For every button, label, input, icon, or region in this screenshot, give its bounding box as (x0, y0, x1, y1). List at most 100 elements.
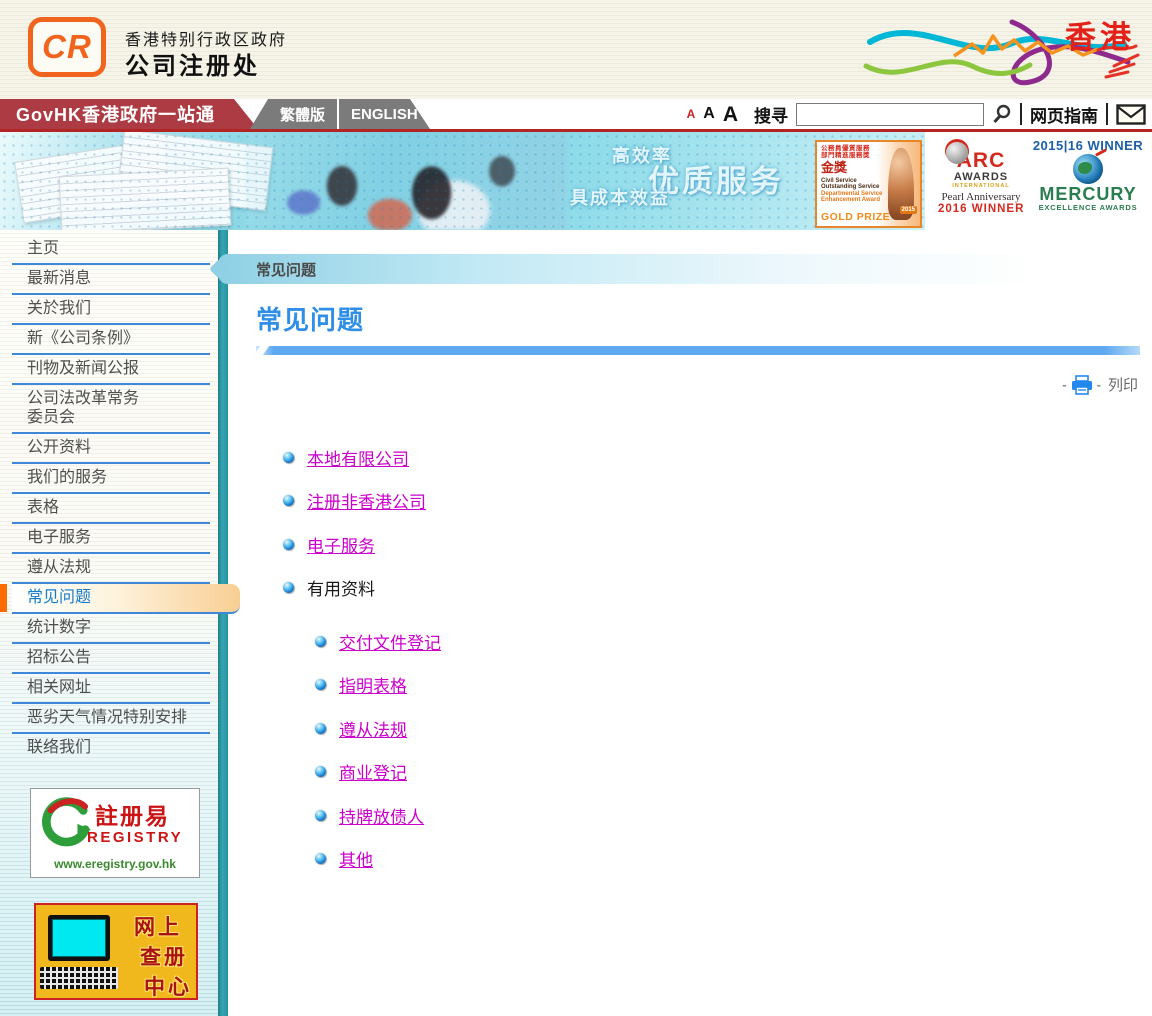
award-gold-en1: Civil Service (821, 178, 887, 185)
list-item: 持牌放债人 (315, 802, 441, 828)
eregistry-badge[interactable]: 註册易 REGISTRY www.eregistry.gov.hk (30, 788, 200, 878)
page: CR 香港特别行政区政府 公司注册处 香港 GovHK香港政府一站通 繁體版 E… (0, 0, 1152, 1016)
sidebar-item-ordinance[interactable]: 新《公司条例》 (12, 325, 210, 355)
slogan-cost: 具成本效益 (570, 184, 670, 210)
cr-logo-text: CR (42, 28, 92, 66)
font-size-large-button[interactable]: A (723, 104, 738, 125)
site-header: CR 香港特别行政区政府 公司注册处 香港 (0, 0, 1152, 99)
brand-hk-wordmark: 香港 (1065, 12, 1135, 57)
faq-sublink-money-lenders[interactable]: 持牌放债人 (339, 803, 424, 828)
award-gold-prize-cn: 金獎 (821, 161, 887, 175)
award-arc: ARC AWARDS INTERNATIONAL Pearl Anniversa… (938, 142, 1024, 228)
sidebar-item-faq-active[interactable]: 常见问题 (12, 584, 240, 614)
bullet-icon (315, 766, 326, 777)
brand-hongkong: 香港 (862, 2, 1147, 98)
printer-icon (1070, 375, 1094, 395)
sidebar-item-news[interactable]: 最新消息 (12, 265, 210, 295)
trophy-year: 2015 (900, 206, 917, 214)
computer-icon (48, 915, 110, 961)
control-separator (1020, 103, 1022, 125)
list-item: 遵从法规 (315, 715, 441, 741)
sidebar-item-compliance[interactable]: 遵从法规 (12, 554, 210, 584)
title-underline-bar (256, 346, 1140, 355)
arc-pearl-icon (946, 142, 968, 164)
sidebar: 主页 最新消息 关於我们 新《公司条例》 刊物及新闻公报 公司法改革常务 委员会… (0, 230, 228, 1016)
sidebar-item-about[interactable]: 关於我们 (12, 295, 210, 325)
breadcrumb-current: 常见问题 (218, 259, 316, 280)
list-item: 电子服务 (283, 531, 426, 557)
list-item: 交付文件登记 (315, 628, 441, 654)
control-separator (1106, 103, 1108, 125)
mail-icon[interactable] (1116, 104, 1146, 125)
arc-awards: AWARDS (938, 171, 1024, 183)
font-size-medium-button[interactable]: A (703, 106, 715, 122)
sidebar-item-forms[interactable]: 表格 (12, 494, 210, 524)
list-item: 指明表格 (315, 672, 441, 698)
search-input[interactable] (796, 103, 984, 126)
globe-icon (1073, 154, 1103, 184)
eregistry-en: REGISTRY (87, 829, 183, 846)
sidebar-item-home[interactable]: 主页 (12, 235, 210, 265)
language-tabs: 繁體版 ENGLISH (250, 99, 430, 129)
keyboard-icon (40, 967, 118, 989)
faq-sublink-list: 交付文件登记 指明表格 遵从法规 商业登记 持牌放债人 其他 (315, 628, 441, 889)
faq-sublink-specified-forms[interactable]: 指明表格 (339, 672, 407, 697)
faq-link-non-hk-companies[interactable]: 注册非香港公司 (307, 488, 426, 513)
sidebar-item-sclr[interactable]: 公司法改革常务 委员会 (12, 385, 210, 434)
list-item: 有用资料 (283, 575, 426, 601)
search-label: 搜寻 (754, 102, 788, 127)
lang-english-link[interactable]: ENGLISH (339, 106, 430, 123)
search-icon[interactable] (992, 104, 1012, 124)
slogan-quality: 优质服务 (648, 156, 784, 201)
list-item: 注册非香港公司 (283, 488, 426, 514)
faq-sublink-business-registration[interactable]: 商业登记 (339, 759, 407, 784)
lang-traditional-link[interactable]: 繁體版 (250, 104, 337, 125)
list-item: 本地有限公司 (283, 444, 426, 470)
bullet-icon (315, 679, 326, 690)
bullet-icon (315, 810, 326, 821)
print-label: 列印 (1108, 374, 1138, 395)
faq-sublink-compliance[interactable]: 遵从法规 (339, 716, 407, 741)
top-controls: A A A 搜寻 网页指南 (687, 99, 1146, 129)
award-gold-prize: 公務員優質服務 部門精進服務獎 金獎 Civil Service Outstan… (815, 140, 922, 228)
certificate-image (14, 139, 172, 224)
cr-logo[interactable]: CR (28, 17, 106, 77)
font-size-small-button[interactable]: A (687, 108, 696, 120)
sidebar-item-weather[interactable]: 恶劣天气情况特别安排 (12, 704, 210, 734)
award-gold-en4: Enhancement Award (821, 197, 887, 204)
print-dash: - (1062, 377, 1066, 392)
bullet-icon (283, 582, 294, 593)
arc-anniversary: Pearl Anniversary (938, 191, 1024, 203)
print-button[interactable]: - - 列印 (1062, 374, 1138, 395)
sidebar-item-eservices[interactable]: 电子服务 (12, 524, 210, 554)
faq-link-eservices[interactable]: 电子服务 (307, 532, 375, 557)
faq-sublink-others[interactable]: 其他 (339, 846, 373, 871)
search-centre-line1: 网上 (134, 911, 182, 941)
bullet-icon (283, 539, 294, 550)
online-search-centre-badge[interactable]: 网上 查册 中心 (34, 903, 198, 1000)
slogan-efficiency: 高效率 (612, 142, 672, 168)
sitemap-link[interactable]: 网页指南 (1030, 102, 1098, 127)
bullet-icon (315, 853, 326, 864)
sidebar-item-statistics[interactable]: 统计数字 (12, 614, 210, 644)
certificate-image (59, 168, 232, 230)
award-gold-en2: Outstanding Service (821, 184, 887, 191)
department-name: 公司注册处 (125, 46, 260, 81)
faq-link-local-companies[interactable]: 本地有限公司 (307, 445, 409, 470)
faq-sublink-registration-documents[interactable]: 交付文件登记 (339, 629, 441, 654)
govhk-banner[interactable]: GovHK香港政府一站通 (0, 99, 258, 129)
search-centre-line3: 中心 (144, 971, 192, 1001)
sidebar-item-links[interactable]: 相关网址 (12, 674, 210, 704)
sidebar-item-tender[interactable]: 招标公告 (12, 644, 210, 674)
bullet-icon (315, 636, 326, 647)
print-dash: - (1097, 377, 1101, 392)
sidebar-item-contact[interactable]: 联络我们 (12, 734, 210, 762)
banner: 高效率 优质服务 具成本效益 公務員優質服務 部門精進服務獎 金獎 Civil … (0, 132, 1152, 230)
faq-group-useful-info: 有用资料 (307, 575, 375, 600)
sidebar-item-services[interactable]: 我们的服务 (12, 464, 210, 494)
sidebar-item-publications[interactable]: 刊物及新闻公报 (12, 355, 210, 385)
eregistry-logo-icon (35, 795, 93, 847)
office-photo (246, 132, 566, 230)
sidebar-item-public-info[interactable]: 公开资料 (12, 434, 210, 464)
mercury-name: MERCURY (1028, 185, 1148, 203)
